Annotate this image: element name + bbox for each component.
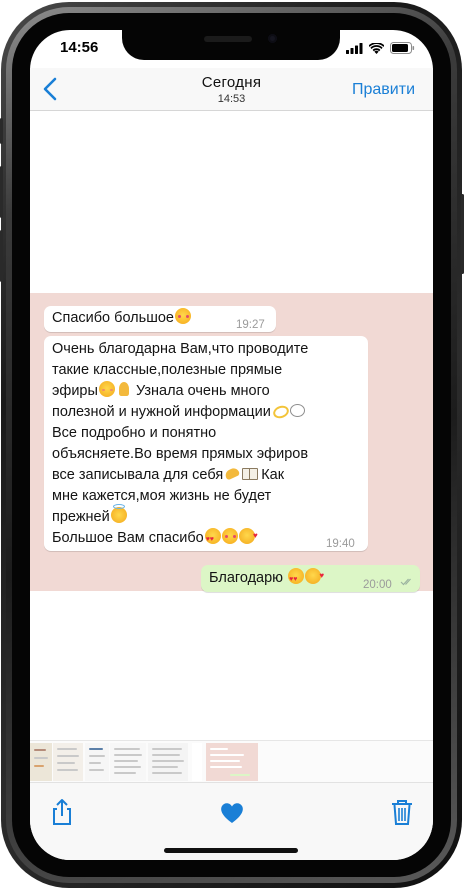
message-text: Спасибо большое [52, 310, 174, 326]
navigation-bar: Сегодня 14:53 Правити [30, 68, 433, 111]
home-indicator[interactable] [164, 848, 298, 853]
thought-bubble-icon [289, 402, 305, 418]
chat-photo[interactable]: Спасибо большое 19:27 Очень благодарна В… [30, 293, 433, 592]
status-icons [346, 41, 415, 55]
thumbnail[interactable] [30, 743, 52, 781]
message-time: 19:27 [236, 319, 265, 331]
message-time: 19:40 [326, 538, 355, 550]
screen: 14:56 Сегодня 14:53 Правити Спасибо боль… [30, 30, 433, 860]
double-check-icon [400, 578, 411, 586]
battery-icon [390, 42, 415, 54]
message-bubble: Очень благодарна Вам,что проводите такие… [44, 336, 368, 551]
dizzy-icon [272, 402, 288, 418]
thumbnail[interactable] [110, 743, 146, 781]
favorite-button[interactable] [217, 797, 247, 827]
heart-eyes-icon [204, 528, 221, 550]
front-camera [268, 34, 277, 43]
blushing-face-icon [98, 381, 115, 397]
thumbnail[interactable] [192, 743, 202, 781]
message-time: 20:00 [363, 579, 392, 591]
heart-eyes-icon [288, 568, 305, 590]
smiling-face-with-halo-icon [110, 504, 127, 523]
thumbnail-selected[interactable] [206, 743, 258, 781]
smiling-face-with-hearts-icon [174, 308, 191, 324]
heart-icon [221, 803, 243, 823]
message-bubble-outgoing: Благодарю 20:00 [201, 565, 420, 592]
writing-hand-icon [224, 465, 240, 481]
status-time: 14:56 [60, 39, 99, 56]
thumbnail-strip [30, 740, 433, 783]
message-text: Благодарю [209, 570, 284, 586]
smiling-face-with-hearts-icon [221, 528, 238, 544]
thumbnail[interactable] [53, 743, 83, 781]
face-blowing-kiss-icon [238, 525, 258, 546]
phone-frame: 14:56 Сегодня 14:53 Правити Спасибо боль… [0, 0, 464, 890]
share-button[interactable] [47, 797, 77, 827]
signal-icon [346, 42, 363, 54]
message-bubble: Спасибо большое 19:27 [44, 306, 276, 332]
thumbnail[interactable] [85, 743, 109, 781]
wifi-icon [369, 42, 384, 54]
open-book-icon [241, 465, 259, 481]
message-text: Очень благодарна Вам,что проводите такие… [52, 339, 364, 550]
face-blowing-kiss-icon [305, 565, 324, 586]
edit-button[interactable]: Правити [352, 81, 415, 99]
thumbnail[interactable] [148, 743, 188, 781]
folded-hands-icon [116, 381, 132, 397]
delete-button[interactable] [387, 797, 417, 827]
notch [122, 30, 340, 60]
share-icon [53, 799, 71, 825]
trash-icon [392, 800, 412, 825]
